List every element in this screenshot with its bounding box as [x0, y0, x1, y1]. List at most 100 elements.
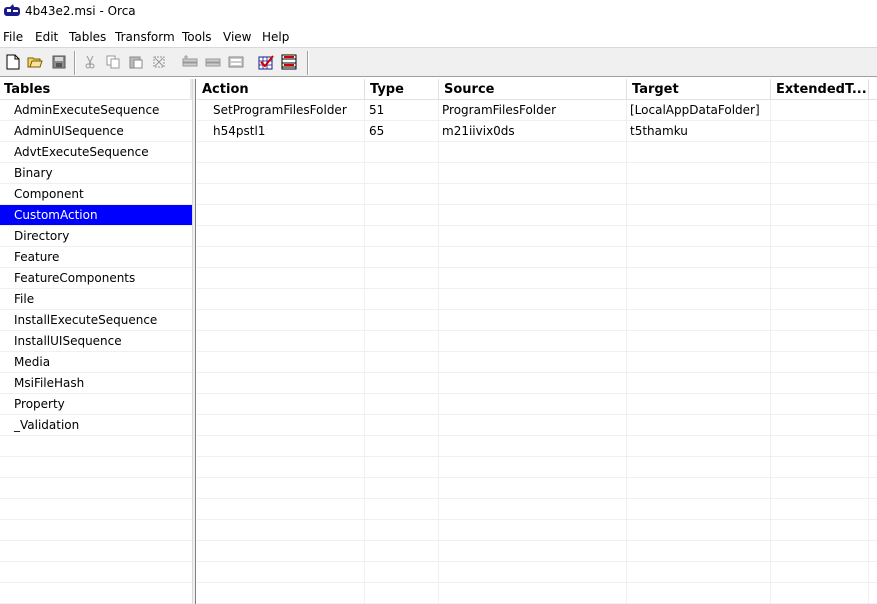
table-item-directory[interactable]: Directory	[0, 226, 192, 247]
cell-source[interactable]: ProgramFilesFolder	[439, 100, 627, 121]
validate-icon[interactable]	[258, 54, 274, 70]
column-header-action[interactable]: Action	[197, 79, 365, 100]
table-row[interactable]: h54pstl1 65 m21iivix0ds t5thamku	[197, 121, 877, 142]
open-folder-icon[interactable]	[27, 54, 43, 70]
empty-cell	[627, 310, 771, 331]
drop-row-icon[interactable]	[205, 54, 221, 70]
empty-cell	[627, 268, 771, 289]
menu-file[interactable]: File	[3, 28, 23, 46]
table-item-file[interactable]: File	[0, 289, 192, 310]
orca-app-icon	[4, 4, 20, 16]
menu-tables[interactable]: Tables	[69, 28, 106, 46]
empty-cell	[365, 310, 439, 331]
table-item-adminuisequence[interactable]: AdminUISequence	[0, 121, 192, 142]
new-file-icon[interactable]	[5, 54, 21, 70]
toolbar-separator	[307, 51, 309, 75]
empty-grid-row	[197, 415, 877, 436]
empty-cell	[627, 247, 771, 268]
empty-cell	[771, 289, 869, 310]
empty-cell	[627, 184, 771, 205]
empty-cell	[365, 268, 439, 289]
empty-cell	[197, 226, 365, 247]
column-header-extendedtype[interactable]: ExtendedT...	[771, 79, 869, 100]
empty-cell	[365, 499, 439, 520]
menu-tools[interactable]: Tools	[182, 28, 212, 46]
empty-cell	[771, 142, 869, 163]
empty-cell	[365, 289, 439, 310]
table-grid: Action Type Source Target ExtendedT... S…	[197, 79, 877, 604]
cell-type[interactable]: 51	[365, 100, 439, 121]
copy-icon[interactable]	[105, 54, 121, 70]
empty-grid-row	[197, 394, 877, 415]
paste-icon[interactable]	[128, 54, 144, 70]
cell-extendedtype[interactable]	[771, 121, 869, 142]
empty-cell	[365, 226, 439, 247]
table-item-customaction[interactable]: CustomAction	[0, 205, 192, 226]
table-item-msifilehash[interactable]: MsiFileHash	[0, 373, 192, 394]
cell-type[interactable]: 65	[365, 121, 439, 142]
cell-target[interactable]: [LocalAppDataFolder]	[627, 100, 771, 121]
column-header-source[interactable]: Source	[439, 79, 627, 100]
cell-source[interactable]: m21iivix0ds	[439, 121, 627, 142]
empty-cell	[439, 541, 627, 562]
empty-cell	[771, 499, 869, 520]
menu-transform[interactable]: Transform	[115, 28, 175, 46]
table-item-adminexecutesequence[interactable]: AdminExecuteSequence	[0, 100, 192, 121]
table-item-media[interactable]: Media	[0, 352, 192, 373]
table-item-installuisequence[interactable]: InstallUISequence	[0, 331, 192, 352]
empty-cell	[771, 436, 869, 457]
menu-edit[interactable]: Edit	[35, 28, 58, 46]
pane-splitter[interactable]	[192, 79, 196, 604]
empty-row	[0, 478, 192, 499]
delete-icon[interactable]	[151, 54, 167, 70]
empty-cell	[439, 226, 627, 247]
cell-target[interactable]: t5thamku	[627, 121, 771, 142]
empty-cell	[365, 394, 439, 415]
cut-icon[interactable]	[82, 54, 98, 70]
table-item-advtexecutesequence[interactable]: AdvtExecuteSequence	[0, 142, 192, 163]
table-item-property[interactable]: Property	[0, 394, 192, 415]
toolbar	[0, 47, 877, 77]
table-props-icon[interactable]	[228, 54, 244, 70]
transform-icon[interactable]	[281, 54, 297, 70]
empty-cell	[439, 478, 627, 499]
empty-cell	[197, 289, 365, 310]
column-header-type[interactable]: Type	[365, 79, 439, 100]
table-row[interactable]: SetProgramFilesFolder 51 ProgramFilesFol…	[197, 100, 877, 121]
table-item-component[interactable]: Component	[0, 184, 192, 205]
empty-cell	[771, 478, 869, 499]
column-header-target[interactable]: Target	[627, 79, 771, 100]
empty-cell	[771, 163, 869, 184]
cell-action[interactable]: SetProgramFilesFolder	[197, 100, 365, 121]
table-item-validation[interactable]: _Validation	[0, 415, 192, 436]
table-item-installexecutesequence[interactable]: InstallExecuteSequence	[0, 310, 192, 331]
empty-row	[0, 541, 192, 562]
empty-cell	[439, 205, 627, 226]
empty-cell	[627, 562, 771, 583]
empty-cell	[627, 373, 771, 394]
empty-cell	[439, 394, 627, 415]
menu-view[interactable]: View	[223, 28, 251, 46]
empty-cell	[439, 562, 627, 583]
empty-grid-row	[197, 205, 877, 226]
empty-cell	[771, 394, 869, 415]
save-icon[interactable]	[51, 54, 67, 70]
empty-cell	[365, 457, 439, 478]
empty-cell	[771, 310, 869, 331]
empty-cell	[365, 184, 439, 205]
empty-cell	[439, 163, 627, 184]
empty-cell	[627, 520, 771, 541]
empty-cell	[627, 352, 771, 373]
table-item-binary[interactable]: Binary	[0, 163, 192, 184]
empty-cell	[365, 331, 439, 352]
table-item-featurecomponents[interactable]: FeatureComponents	[0, 268, 192, 289]
empty-cell	[439, 310, 627, 331]
cell-extendedtype[interactable]	[771, 100, 869, 121]
empty-cell	[197, 331, 365, 352]
add-row-icon[interactable]	[182, 54, 198, 70]
menu-help[interactable]: Help	[262, 28, 289, 46]
empty-cell	[365, 478, 439, 499]
tables-header[interactable]: Tables	[0, 79, 192, 100]
table-item-feature[interactable]: Feature	[0, 247, 192, 268]
cell-action[interactable]: h54pstl1	[197, 121, 365, 142]
